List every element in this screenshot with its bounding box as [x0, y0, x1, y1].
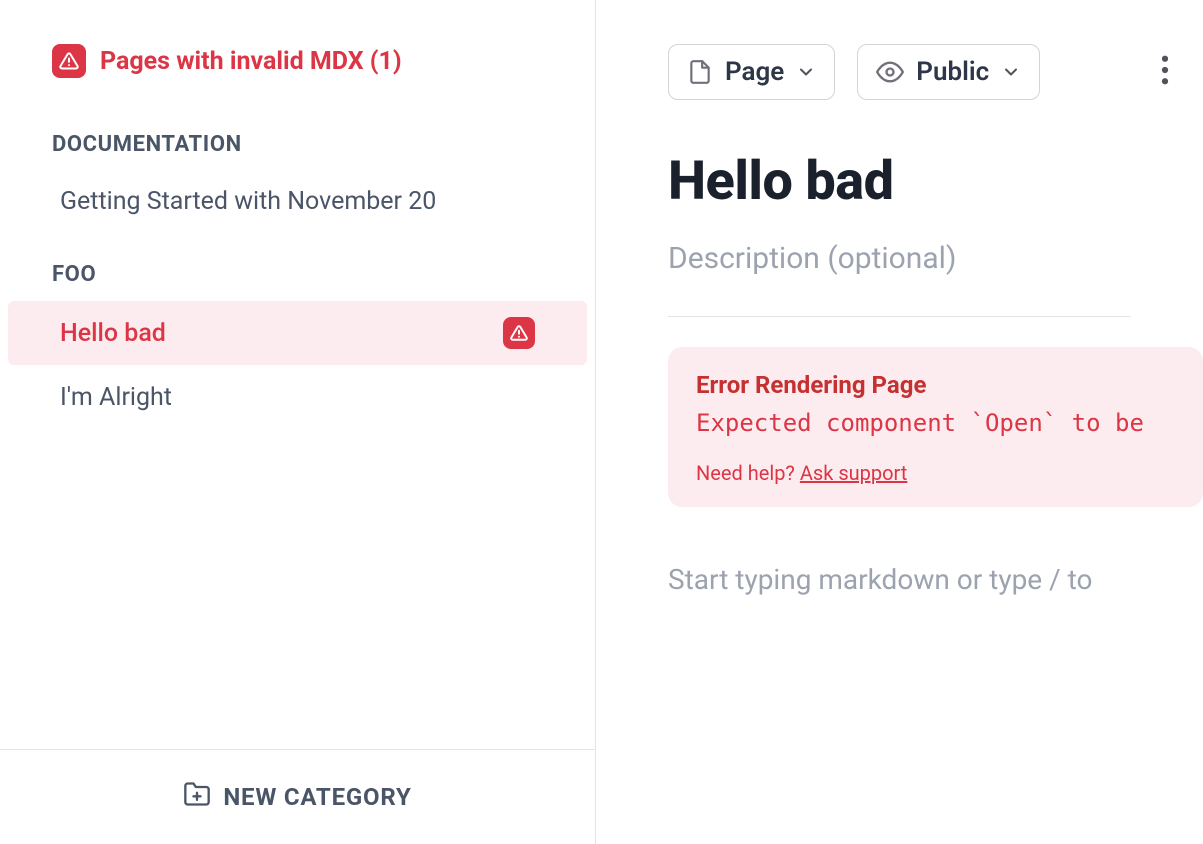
sidebar-page-item[interactable]: Hello bad: [8, 301, 587, 365]
category-heading: DOCUMENTATION: [0, 104, 595, 169]
sidebar-page-label: Hello bad: [60, 319, 166, 348]
eye-icon: [876, 58, 904, 86]
visibility-dropdown[interactable]: Public: [857, 44, 1040, 100]
page-type-dropdown[interactable]: Page: [668, 44, 835, 100]
category-heading: FOO: [0, 234, 595, 299]
error-help: Need help? Ask support: [696, 461, 1175, 485]
invalid-mdx-warning[interactable]: Pages with invalid MDX (1): [0, 0, 595, 104]
error-message: Expected component `Open` to be: [696, 409, 1175, 437]
sidebar-page-label: Getting Started with November 20: [60, 187, 436, 216]
warning-icon: [52, 44, 86, 78]
page-type-label: Page: [725, 57, 784, 87]
error-heading: Error Rendering Page: [696, 371, 1175, 399]
sidebar-page-item[interactable]: Getting Started with November 20: [8, 171, 587, 232]
page-description-field[interactable]: Description (optional): [596, 223, 1203, 316]
sidebar-page-item[interactable]: I'm Alright: [8, 367, 587, 428]
visibility-label: Public: [916, 57, 989, 87]
page-title[interactable]: Hello bad: [596, 100, 1203, 223]
chevron-down-icon: [796, 62, 816, 82]
more-vertical-icon: [1161, 55, 1169, 85]
file-icon: [687, 59, 713, 85]
warning-icon: [503, 317, 535, 349]
toolbar: Page Public: [596, 44, 1203, 100]
ask-support-link[interactable]: Ask support: [800, 461, 908, 485]
new-category-button[interactable]: NEW CATEGORY: [0, 749, 595, 844]
sidebar: Pages with invalid MDX (1) DOCUMENTATION…: [0, 0, 596, 844]
new-category-label: NEW CATEGORY: [223, 783, 411, 811]
body-placeholder[interactable]: Start typing markdown or type / to: [596, 537, 1203, 622]
main-panel: Page Public Hello bad Description (optio…: [596, 0, 1203, 844]
error-help-prefix: Need help?: [696, 461, 800, 485]
chevron-down-icon: [1001, 62, 1021, 82]
sidebar-scroll: Pages with invalid MDX (1) DOCUMENTATION…: [0, 0, 595, 749]
folder-plus-icon: [183, 780, 211, 814]
more-menu-button[interactable]: [1147, 47, 1183, 97]
divider: [668, 316, 1131, 317]
error-card: Error Rendering Page Expected component …: [668, 347, 1203, 507]
invalid-mdx-label: Pages with invalid MDX (1): [100, 47, 402, 76]
sidebar-page-label: I'm Alright: [60, 383, 172, 412]
